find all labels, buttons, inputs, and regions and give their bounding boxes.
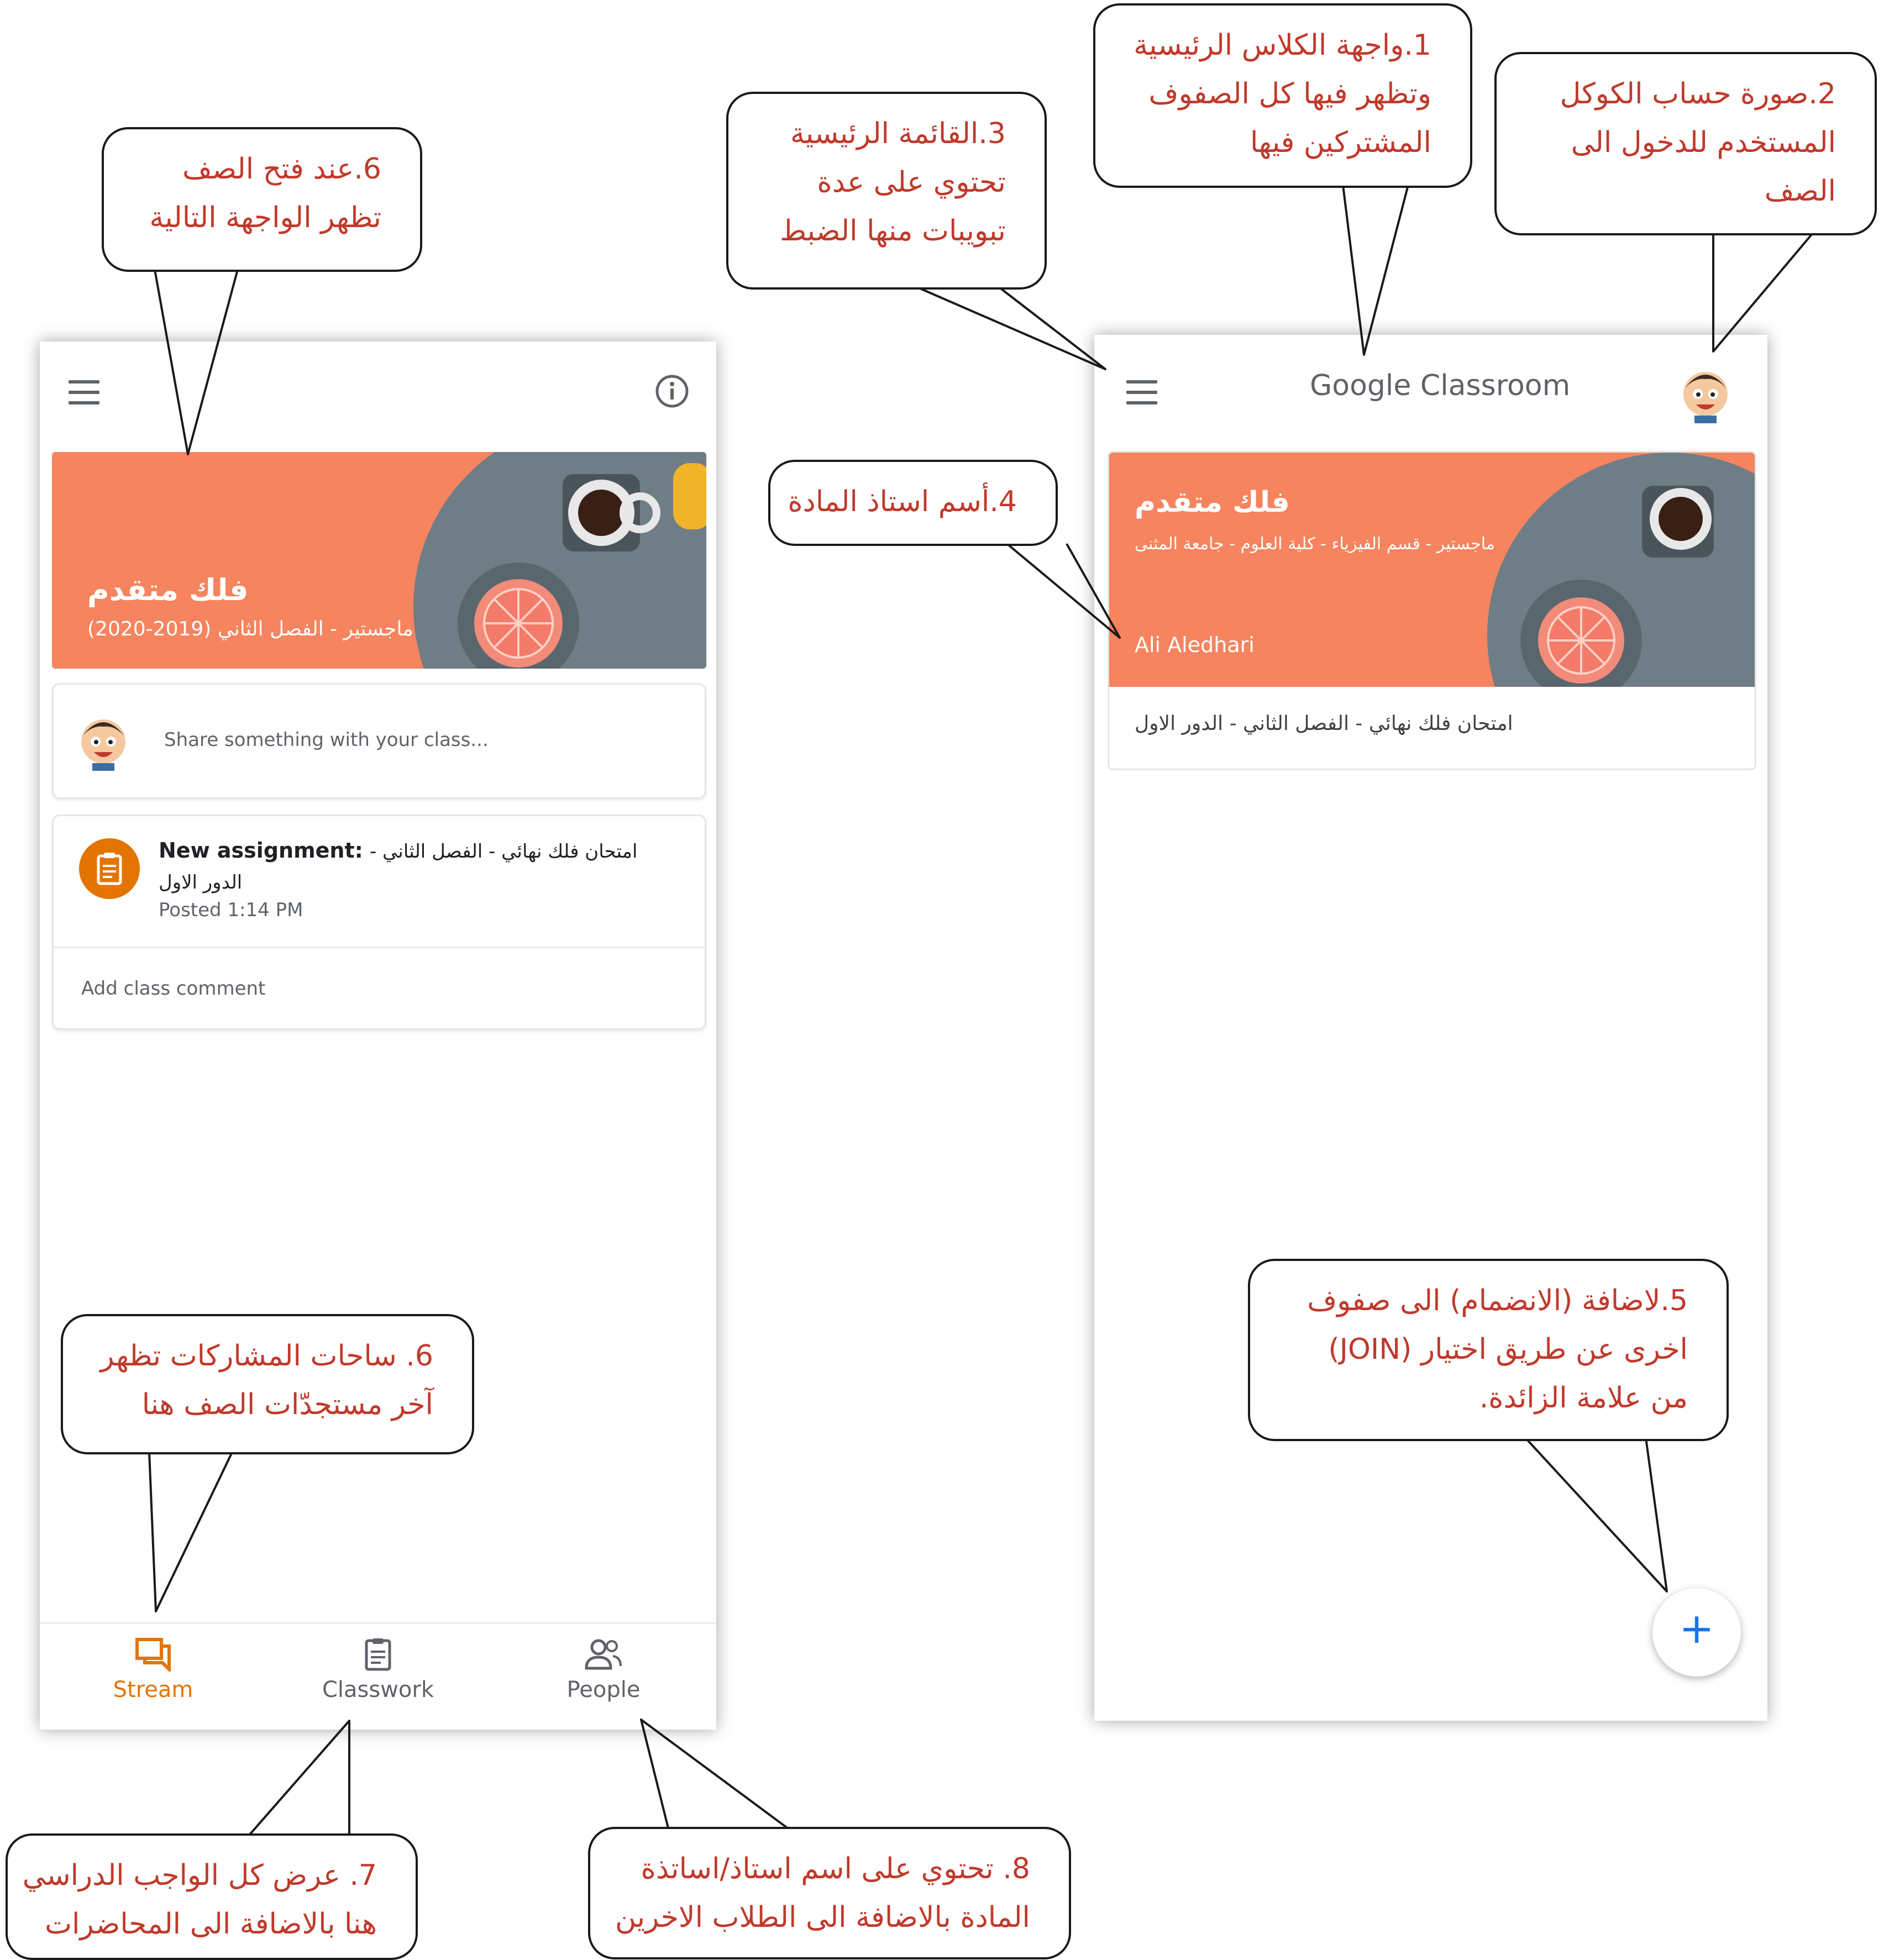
class-card[interactable]: فلك متقدم ماجستير - قسم الفيزياء - كلية … xyxy=(1108,451,1756,770)
callout-teacher-name: 4.أسم استاذ المادة xyxy=(768,460,1058,546)
callout-people: 8. تحتوي على اسم استاذ/اساتذة المادة بال… xyxy=(588,1827,1071,1959)
stream-icon xyxy=(135,1638,171,1672)
post-title-line2: الدور الاول xyxy=(159,871,243,894)
add-icon: + xyxy=(1679,1604,1714,1653)
banner-illustration xyxy=(1487,453,1755,687)
add-comment-link[interactable]: Add class comment xyxy=(81,978,265,1000)
callout-join-class: 5.لاضافة (الانضمام) الى صفوف اخرى عن طري… xyxy=(1248,1259,1729,1441)
assignment-icon xyxy=(79,838,140,901)
classroom-home-screen: Google Classroom فلك متقدم ماجستير - قسم… xyxy=(1094,335,1767,1721)
share-placeholder: Share something with your class... xyxy=(164,729,489,751)
class-subtitle: ماجستير - الفصل الثاني (2019-2020) xyxy=(87,618,413,640)
bottom-nav: Stream Classwork People xyxy=(40,1622,716,1730)
menu-icon[interactable] xyxy=(69,380,99,404)
class-banner: فلك متقدم ماجستير - الفصل الثاني (2019-2… xyxy=(52,452,706,669)
tab-classwork[interactable]: Classwork xyxy=(306,1637,450,1702)
tab-people[interactable]: People xyxy=(532,1637,675,1702)
post-title: امتحان فلك نهائي - الفصل الثاني - xyxy=(369,840,638,863)
callout-open-class: 6.عند فتح الصف تظهر الواجهة التالية xyxy=(102,127,422,272)
class-title: فلك متقدم xyxy=(87,572,249,607)
tab-stream-label: Stream xyxy=(113,1677,193,1702)
post-prefix: New assignment: xyxy=(159,838,363,863)
callout-stream: 6. ساحات المشاركات تظهر آخر مستجدّات الص… xyxy=(61,1314,474,1454)
account-avatar[interactable] xyxy=(1678,364,1733,424)
classwork-icon xyxy=(365,1638,391,1671)
tab-people-label: People xyxy=(566,1677,641,1702)
callout-main-menu: 3.القائمة الرئيسية تحتوي على عدة تبويبات… xyxy=(726,92,1047,290)
menu-icon[interactable] xyxy=(1126,380,1157,404)
tab-stream[interactable]: Stream xyxy=(81,1637,225,1702)
class-card-subtitle: ماجستير - قسم الفيزياء - كلية العلوم - ج… xyxy=(1135,534,1495,554)
people-icon xyxy=(585,1639,622,1670)
callout-account-avatar: 2.صورة حساب الكوكل المستخدم للدخول الى ا… xyxy=(1494,52,1877,235)
tab-classwork-label: Classwork xyxy=(322,1677,434,1702)
avatar xyxy=(76,711,131,772)
post-time: Posted 1:14 PM xyxy=(159,899,303,921)
app-title: Google Classroom xyxy=(1310,369,1571,402)
share-box[interactable]: Share something with your class... xyxy=(52,683,706,799)
callout-classwork: 7. عرض كل الواجب الدراسي هنا بالاضافة ال… xyxy=(6,1833,418,1960)
assignment-post[interactable]: New assignment: امتحان فلك نهائي - الفصل… xyxy=(52,815,706,1030)
callout-class-home: 1.واجهة الكلاس الرئيسية وتظهر فيها كل ال… xyxy=(1093,3,1472,188)
class-card-banner: فلك متقدم ماجستير - قسم الفيزياء - كلية … xyxy=(1109,453,1755,687)
info-icon[interactable] xyxy=(654,374,690,411)
class-card-title: فلك متقدم xyxy=(1135,486,1290,519)
add-class-button[interactable]: + xyxy=(1652,1588,1741,1677)
class-announcement[interactable]: امتحان فلك نهائي - الفصل الثاني - الدور … xyxy=(1135,712,1588,735)
teacher-name: Ali Aledhari xyxy=(1135,633,1255,657)
class-stream-screen: فلك متقدم ماجستير - الفصل الثاني (2019-2… xyxy=(40,341,716,1730)
